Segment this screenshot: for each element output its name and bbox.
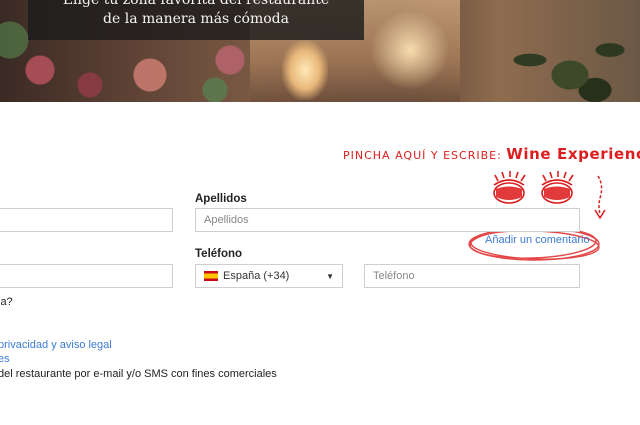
country-code-select[interactable]: España (+34) ▼ <box>195 264 343 288</box>
privacy-policy-link[interactable]: privacidad y aviso legal <box>0 339 112 351</box>
telefono-label: Teléfono <box>195 248 243 260</box>
policy-link-fragment[interactable]: es <box>0 353 10 365</box>
email-field[interactable] <box>0 264 173 288</box>
arrow-down-doodle-icon <box>594 175 606 220</box>
first-name-field[interactable] <box>0 208 173 232</box>
hero-plant-decor <box>500 20 640 102</box>
marketing-consent-text: del restaurante por e-mail y/o SMS con f… <box>0 368 277 380</box>
apellidos-input[interactable] <box>195 208 580 232</box>
hero-lamp-glow <box>370 10 450 90</box>
hero-heading-line1: Elige tu zona favorita del restaurante <box>62 0 330 8</box>
wine-experience-annotation: PINCHA AQUÍ Y ESCRIBE: Wine Experience <box>343 145 640 164</box>
country-code-value: España (+34) <box>223 270 290 282</box>
question-text-fragment: ia? <box>0 296 13 308</box>
annotation-highlight: Wine Experience <box>506 145 640 163</box>
hero-lamp-decor <box>282 40 328 100</box>
spain-flag-icon <box>204 271 218 281</box>
chevron-down-icon: ▼ <box>326 271 334 281</box>
telefono-input[interactable] <box>364 264 580 288</box>
hero-heading-line2: de la manera más cómoda <box>103 11 289 27</box>
apellidos-label: Apellidos <box>195 193 247 205</box>
add-comment-link[interactable]: Añadir un comentario <box>485 234 590 246</box>
eyes-doodle-icon <box>493 171 574 204</box>
hero-banner: Elige tu zona favorita del restaurante d… <box>0 0 640 102</box>
annotation-instruction: PINCHA AQUÍ Y ESCRIBE: <box>343 149 502 162</box>
